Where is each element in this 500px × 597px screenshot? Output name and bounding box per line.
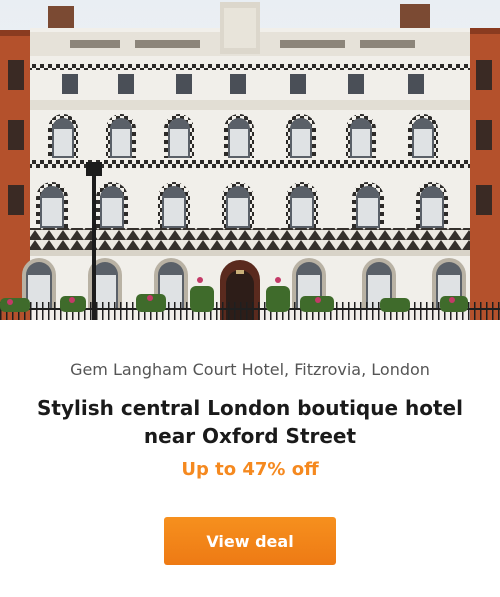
deal-headline: Stylish central London boutique hotel ne… xyxy=(37,396,463,448)
deal-card[interactable]: Gem Langham Court Hotel, Fitzrovia, Lond… xyxy=(0,0,500,597)
hotel-photo[interactable] xyxy=(0,0,500,320)
view-deal-button[interactable]: View deal xyxy=(164,517,336,565)
deal-details: Gem Langham Court Hotel, Fitzrovia, Lond… xyxy=(0,320,500,565)
hotel-location: Gem Langham Court Hotel, Fitzrovia, Lond… xyxy=(70,360,430,379)
discount-label: Up to 47% off xyxy=(181,459,319,480)
